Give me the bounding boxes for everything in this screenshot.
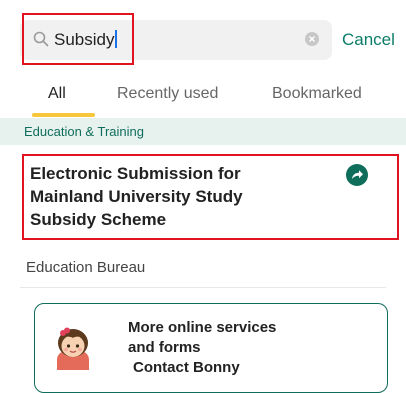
search-bar: Subsidy Cancel [0, 0, 406, 80]
department-label: Education Bureau [26, 259, 146, 276]
contact-bonny-link[interactable]: Contact Bonny [133, 358, 240, 378]
tab-recently-used[interactable]: Recently used [117, 84, 218, 104]
share-arrow-icon[interactable] [346, 164, 368, 186]
result-title[interactable]: Electronic Submission for Mainland Unive… [30, 162, 300, 231]
tab-bookmarked[interactable]: Bookmarked [272, 84, 362, 104]
cancel-button[interactable]: Cancel [342, 29, 395, 51]
divider [20, 287, 386, 288]
text-caret [115, 30, 117, 48]
clear-icon[interactable] [305, 32, 319, 46]
more-services-label: More online services [128, 319, 277, 336]
search-icon [33, 31, 49, 47]
bonny-avatar-icon [57, 327, 89, 370]
category-header: Education & Training [0, 118, 406, 145]
more-services-label-2: and forms [128, 339, 201, 356]
tab-all[interactable]: All [48, 84, 66, 104]
search-query[interactable]: Subsidy [54, 30, 117, 50]
active-tab-indicator [32, 113, 95, 117]
